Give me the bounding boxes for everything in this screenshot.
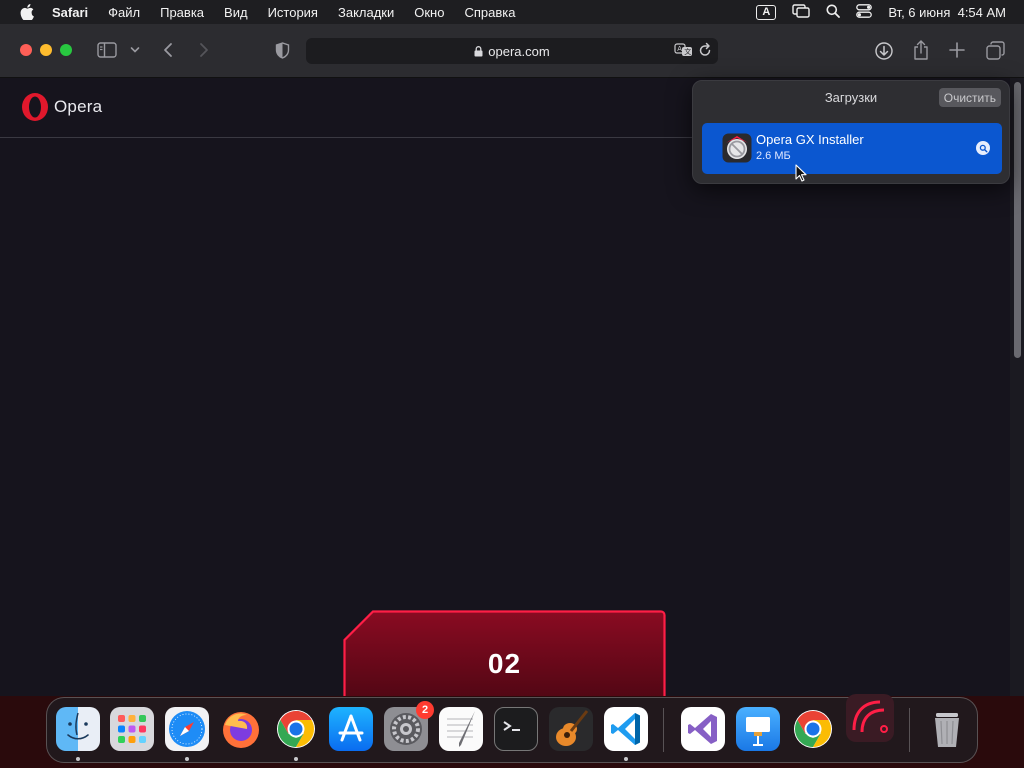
svg-text:A: A: [677, 46, 682, 53]
download-item[interactable]: Opera GX Installer 2.6 МБ: [702, 123, 1002, 174]
menu-bookmarks[interactable]: Закладки: [338, 5, 394, 20]
dock-running-indicator: [76, 757, 80, 761]
dock-running-indicator: [185, 757, 189, 761]
dock-terminal-icon[interactable]: [494, 707, 538, 751]
dock-separator: [909, 708, 910, 752]
dock-running-indicator: [624, 757, 628, 761]
privacy-shield-icon[interactable]: [275, 42, 290, 59]
spotlight-search-icon[interactable]: [826, 4, 841, 21]
notification-badge: 2: [416, 701, 434, 719]
address-bar-url: opera.com: [488, 43, 550, 59]
forward-arrow-icon[interactable]: [198, 42, 210, 58]
zoom-window-button[interactable]: [60, 44, 72, 56]
close-window-button[interactable]: [20, 44, 32, 56]
control-center-icon[interactable]: [856, 3, 873, 21]
dock-garageband-icon[interactable]: [549, 707, 593, 751]
menu-edit[interactable]: Правка: [160, 5, 204, 20]
dock-keynote-icon[interactable]: [736, 707, 780, 751]
menu-help[interactable]: Справка: [464, 5, 515, 20]
dock-app-store-icon[interactable]: [329, 707, 373, 751]
menubar-clock[interactable]: Вт, 6 июня 4:54 AM: [888, 5, 1006, 20]
back-arrow-icon[interactable]: [162, 42, 174, 58]
dock-firefox-icon[interactable]: [219, 707, 263, 751]
installer-app-icon: [722, 133, 752, 163]
gx-card-step-number: 02: [487, 648, 522, 679]
menu-bar: Safari Файл Правка Вид История Закладки …: [0, 0, 1024, 24]
menu-history[interactable]: История: [268, 5, 318, 20]
input-source-indicator[interactable]: A: [756, 4, 777, 20]
menu-view[interactable]: Вид: [224, 5, 248, 20]
reveal-in-finder-icon[interactable]: [976, 141, 990, 155]
dock-system-settings-icon[interactable]: 2: [384, 701, 434, 751]
dock: 2: [46, 694, 978, 763]
dock-visual-studio-icon[interactable]: [681, 707, 725, 751]
dock-separator: [663, 708, 664, 752]
tab-overview-icon[interactable]: [986, 41, 1005, 60]
opera-o-icon: [22, 93, 48, 121]
dock-running-indicator: [294, 757, 298, 761]
reload-icon[interactable]: [698, 42, 712, 58]
status-menus: A Вт, 6 июня 4:54 AM: [740, 0, 1006, 24]
dock-trash-icon[interactable]: [925, 707, 969, 751]
apple-menu-icon[interactable]: [18, 3, 36, 21]
screen-mirroring-icon[interactable]: [792, 3, 811, 21]
dock-opera-gx-installer-icon[interactable]: [846, 694, 894, 742]
dock-safari-icon[interactable]: [165, 707, 209, 751]
downloads-icon[interactable]: [874, 41, 894, 61]
sidebar-toggle-icon[interactable]: [97, 42, 117, 58]
minimize-window-button[interactable]: [40, 44, 52, 56]
page-scrollbar[interactable]: [1010, 78, 1024, 696]
svg-text:文: 文: [684, 47, 691, 56]
gx-step-card: 02: [343, 610, 666, 696]
dock-launchpad-icon[interactable]: [110, 707, 154, 751]
window-controls: [20, 44, 80, 56]
downloads-popover: Загрузки Очистить Opera GX Installer 2.6…: [692, 80, 1010, 184]
address-bar[interactable]: opera.com A文: [306, 38, 718, 64]
share-icon[interactable]: [912, 39, 930, 61]
dock-chrome-icon[interactable]: [274, 707, 318, 751]
clear-downloads-button[interactable]: Очистить: [938, 88, 1001, 107]
browser-toolbar: opera.com A文: [0, 24, 1024, 78]
translate-icon[interactable]: A文: [674, 42, 694, 58]
opera-logo-text: Opera: [54, 97, 103, 116]
mouse-pointer-icon: [795, 164, 807, 187]
dock-chrome-secondary-icon[interactable]: [791, 707, 835, 751]
dock-vscode-icon[interactable]: [604, 707, 648, 751]
opera-logo[interactable]: Opera: [20, 92, 102, 122]
new-tab-icon[interactable]: [949, 42, 965, 58]
menu-window[interactable]: Окно: [414, 5, 444, 20]
lock-icon: [474, 45, 483, 57]
dock-finder-icon[interactable]: [56, 707, 100, 751]
menu-app-name[interactable]: Safari: [52, 5, 88, 20]
download-filename: Opera GX Installer: [756, 132, 864, 147]
page-scrollbar-thumb[interactable]: [1014, 82, 1021, 358]
menu-file[interactable]: Файл: [108, 5, 140, 20]
download-filesize: 2.6 МБ: [756, 150, 791, 162]
chevron-down-icon[interactable]: [130, 46, 140, 54]
dock-textedit-icon[interactable]: [439, 707, 483, 751]
